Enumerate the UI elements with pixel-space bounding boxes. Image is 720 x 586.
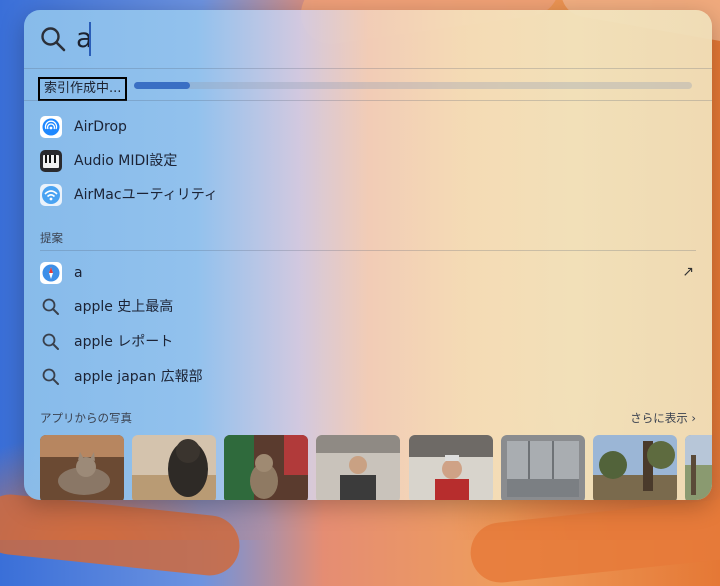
search-bar[interactable]: a bbox=[24, 10, 712, 68]
photo-thumbnail[interactable] bbox=[316, 435, 400, 500]
safari-icon bbox=[40, 262, 62, 284]
photo-thumbnail[interactable] bbox=[40, 435, 124, 500]
suggestion-row[interactable]: apple レポート bbox=[24, 325, 712, 359]
photo-thumbnail[interactable] bbox=[409, 435, 493, 500]
suggestion-label: apple japan 広報部 bbox=[74, 369, 203, 385]
suggestion-label: apple レポート bbox=[74, 334, 174, 350]
cat-indoor-photo bbox=[224, 435, 308, 500]
indexing-progress-bar bbox=[134, 82, 692, 89]
cat-photo bbox=[40, 435, 124, 500]
outdoor-photo bbox=[685, 435, 712, 500]
suggestion-label: a bbox=[74, 265, 83, 281]
dog-photo bbox=[132, 435, 216, 500]
photo-thumbnail[interactable] bbox=[685, 435, 712, 500]
photo-thumbnail[interactable] bbox=[132, 435, 216, 500]
divider bbox=[24, 100, 712, 101]
audio-midi-icon bbox=[40, 150, 62, 172]
show-more-link[interactable]: さらに表示 › bbox=[630, 410, 696, 426]
airmac-utility-icon bbox=[40, 184, 62, 206]
suggestion-row[interactable]: apple 史上最高 bbox=[24, 290, 712, 324]
result-label: Audio MIDI設定 bbox=[74, 153, 178, 169]
search-icon bbox=[42, 298, 59, 315]
airdrop-icon bbox=[40, 116, 62, 138]
window-blinds-photo bbox=[501, 435, 585, 500]
photo-thumbnail[interactable] bbox=[224, 435, 308, 500]
person-red-shirt-photo bbox=[409, 435, 493, 500]
wallpaper-swirl bbox=[0, 491, 243, 579]
suggestion-label: apple 史上最高 bbox=[74, 299, 174, 315]
divider bbox=[24, 68, 712, 69]
result-airdrop[interactable]: AirDrop bbox=[24, 110, 712, 144]
result-audio-midi[interactable]: Audio MIDI設定 bbox=[24, 144, 712, 178]
divider bbox=[40, 250, 696, 251]
suggestion-row[interactable]: apple japan 広報部 bbox=[24, 360, 712, 394]
wallpaper-swirl bbox=[467, 494, 720, 586]
result-label: AirMacユーティリティ bbox=[74, 187, 218, 203]
text-caret bbox=[89, 22, 91, 56]
show-more-label: さらに表示 bbox=[630, 411, 688, 425]
photo-thumbnail[interactable] bbox=[501, 435, 585, 500]
trees-photo bbox=[593, 435, 677, 500]
result-label: AirDrop bbox=[74, 119, 127, 135]
person-photo bbox=[316, 435, 400, 500]
photo-thumbnail[interactable] bbox=[593, 435, 677, 500]
indexing-status: 索引作成中... bbox=[38, 77, 128, 101]
chevron-right-icon: › bbox=[691, 411, 696, 425]
result-airmac-utility[interactable]: AirMacユーティリティ bbox=[24, 178, 712, 212]
suggestions-section-title: 提案 bbox=[40, 231, 63, 245]
suggestion-row[interactable]: a ↗ bbox=[24, 256, 712, 290]
indexing-progress-fill bbox=[134, 82, 190, 89]
search-icon bbox=[41, 27, 66, 52]
photos-section-title: アプリからの写真 bbox=[40, 411, 132, 425]
open-external-arrow-icon: ↗ bbox=[682, 264, 694, 280]
search-icon bbox=[42, 333, 59, 350]
search-icon bbox=[42, 368, 59, 385]
spotlight-panel: a 索引作成中... AirDrop Audio MIDI設定 AirMacユー… bbox=[24, 10, 712, 500]
